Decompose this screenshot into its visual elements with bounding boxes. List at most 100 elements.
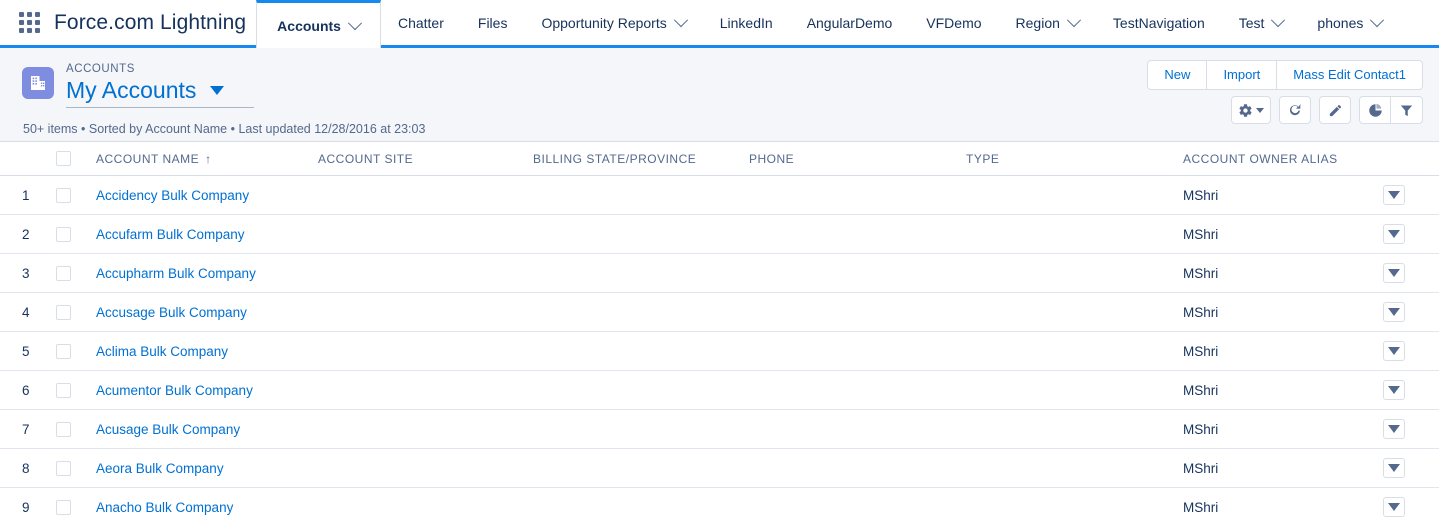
col-header-phone[interactable]: PHONE	[749, 142, 966, 176]
list-view-meta: 50+ items • Sorted by Account Name • Las…	[23, 122, 426, 136]
row-select-checkbox[interactable]	[56, 499, 71, 515]
account-name-link[interactable]: Anacho Bulk Company	[96, 500, 233, 515]
chevron-down-icon[interactable]	[347, 15, 363, 30]
tab-testnavigation[interactable]: TestNavigation	[1096, 0, 1222, 45]
row-actions-button[interactable]	[1383, 185, 1405, 205]
row-select-checkbox[interactable]	[56, 226, 71, 242]
table-row[interactable]: 5 Aclima Bulk Company MShri	[0, 331, 1439, 371]
row-actions-button[interactable]	[1383, 341, 1405, 361]
tab-accounts[interactable]: Accounts	[256, 0, 381, 48]
tab-files[interactable]: Files	[461, 0, 525, 45]
row-select-checkbox[interactable]	[56, 460, 71, 476]
tab-chatter[interactable]: Chatter	[381, 0, 461, 45]
account-name-link[interactable]: Acumentor Bulk Company	[96, 383, 253, 398]
row-actions-button[interactable]	[1383, 380, 1405, 400]
cell-phone	[749, 214, 966, 254]
row-select-checkbox[interactable]	[56, 382, 71, 398]
table-row[interactable]: 4 Accusage Bulk Company MShri	[0, 292, 1439, 332]
tab-vfdemo[interactable]: VFDemo	[909, 0, 998, 45]
cell-type	[966, 409, 1183, 449]
account-name-link[interactable]: Accupharm Bulk Company	[96, 266, 256, 281]
list-view-controls-button[interactable]	[1231, 96, 1271, 124]
page-header: ACCOUNTS My Accounts 50+ items • Sorted …	[0, 48, 1439, 142]
new-button[interactable]: New	[1147, 60, 1208, 90]
row-select-checkbox[interactable]	[56, 343, 71, 359]
row-actions-button[interactable]	[1383, 263, 1405, 283]
account-name-link[interactable]: Accusage Bulk Company	[96, 305, 247, 320]
page-header-actions: New Import Mass Edit Contact1	[1147, 60, 1423, 90]
chevron-down-icon[interactable]	[210, 86, 225, 95]
chevron-down-icon[interactable]	[1370, 12, 1385, 27]
row-actions-button[interactable]	[1383, 224, 1405, 244]
table-row[interactable]: 6 Acumentor Bulk Company MShri	[0, 370, 1439, 410]
tab-region[interactable]: Region	[999, 0, 1096, 45]
chevron-down-icon[interactable]	[1066, 12, 1081, 27]
tab-opportunity-reports[interactable]: Opportunity Reports	[524, 0, 702, 45]
account-name-link[interactable]: Accidency Bulk Company	[96, 188, 249, 203]
app-launcher-grid-icon[interactable]	[16, 12, 42, 34]
charts-button[interactable]	[1359, 96, 1391, 124]
table-row[interactable]: 8 Aeora Bulk Company MShri	[0, 448, 1439, 488]
col-header-account-name-label: ACCOUNT NAME	[96, 151, 200, 166]
account-name-link[interactable]: Accufarm Bulk Company	[96, 227, 245, 242]
table-row[interactable]: 1 Accidency Bulk Company MShri	[0, 175, 1439, 215]
chevron-down-icon	[1388, 464, 1400, 472]
accounts-list-table: ACCOUNT NAME ↑ ACCOUNT SITE BILLING STAT…	[0, 142, 1439, 522]
account-name-link[interactable]: Aeora Bulk Company	[96, 461, 224, 476]
tab-test-label: Test	[1238, 14, 1265, 31]
row-actions-button[interactable]	[1383, 419, 1405, 439]
row-number: 2	[22, 226, 30, 242]
edit-button[interactable]	[1319, 96, 1351, 124]
tab-region-label: Region	[1015, 14, 1060, 31]
select-all-checkbox[interactable]	[56, 151, 71, 166]
table-row[interactable]: 2 Accufarm Bulk Company MShri	[0, 214, 1439, 254]
list-view-selector[interactable]: My Accounts	[66, 77, 255, 108]
cell-type	[966, 370, 1183, 410]
brand-title: Force.com Lightning	[54, 10, 247, 34]
cell-account-owner-alias: MShri	[1183, 292, 1383, 332]
table-row[interactable]: 9 Anacho Bulk Company MShri	[0, 487, 1439, 522]
cell-billing-state	[533, 253, 749, 293]
page-header-titles: ACCOUNTS My Accounts	[66, 62, 255, 108]
tab-angulardemo[interactable]: AngularDemo	[790, 0, 910, 45]
col-header-account-name[interactable]: ACCOUNT NAME ↑	[96, 142, 318, 176]
mass-edit-contact1-button[interactable]: Mass Edit Contact1	[1277, 60, 1423, 90]
chevron-down-icon[interactable]	[1271, 12, 1286, 27]
cell-phone	[749, 331, 966, 371]
cell-account-owner-alias: MShri	[1183, 370, 1383, 410]
col-header-account-owner-alias[interactable]: ACCOUNT OWNER ALIAS	[1183, 142, 1383, 176]
chevron-down-icon[interactable]	[673, 12, 688, 27]
account-name-link[interactable]: Aclima Bulk Company	[96, 344, 228, 359]
col-header-selectall	[56, 142, 96, 176]
cell-account-owner-alias: MShri	[1183, 448, 1383, 488]
cell-billing-state	[533, 331, 749, 371]
account-name-link[interactable]: Acusage Bulk Company	[96, 422, 240, 437]
tab-vfdemo-label: VFDemo	[926, 14, 982, 31]
row-select-checkbox[interactable]	[56, 187, 71, 203]
page-title[interactable]: My Accounts	[66, 77, 255, 108]
filters-button[interactable]	[1391, 96, 1423, 124]
cell-phone	[749, 448, 966, 488]
tab-phones[interactable]: phones	[1300, 0, 1399, 45]
cell-phone	[749, 253, 966, 293]
col-header-account-site[interactable]: ACCOUNT SITE	[318, 142, 533, 176]
row-select-checkbox[interactable]	[56, 304, 71, 320]
cell-account-site	[318, 253, 533, 293]
row-actions-button[interactable]	[1383, 458, 1405, 478]
salesforce-lightning-app: Force.com Lightning Accounts Chatter Fil…	[0, 0, 1439, 522]
tab-linkedin[interactable]: LinkedIn	[703, 0, 790, 45]
tab-files-label: Files	[477, 14, 508, 31]
import-button[interactable]: Import	[1207, 60, 1278, 90]
col-header-billing-state[interactable]: BILLING STATE/PROVINCE	[533, 142, 749, 176]
table-row[interactable]: 3 Accupharm Bulk Company MShri	[0, 253, 1439, 293]
col-header-type[interactable]: TYPE	[966, 142, 1183, 176]
cell-phone	[749, 370, 966, 410]
row-select-checkbox[interactable]	[56, 421, 71, 437]
row-select-checkbox[interactable]	[56, 265, 71, 281]
row-actions-button[interactable]	[1383, 302, 1405, 322]
tab-test[interactable]: Test	[1222, 0, 1301, 45]
table-row[interactable]: 7 Acusage Bulk Company MShri	[0, 409, 1439, 449]
chevron-down-icon	[1388, 347, 1400, 355]
row-actions-button[interactable]	[1383, 497, 1405, 517]
refresh-button[interactable]	[1279, 96, 1311, 124]
